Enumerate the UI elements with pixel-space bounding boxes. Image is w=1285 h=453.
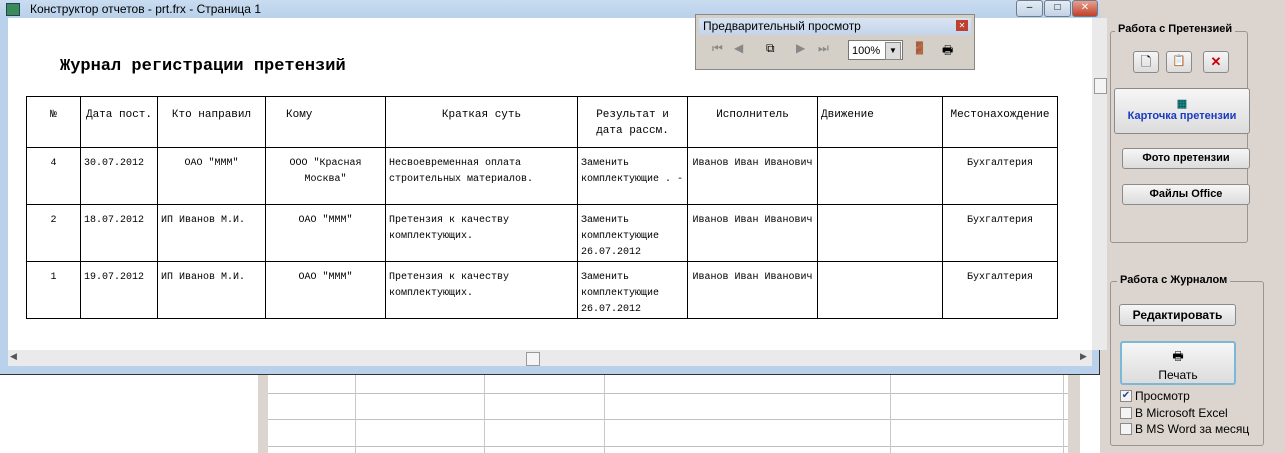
right-panel: Работа с Претензией 🗋 📋 ✕ ▦ Карточка прет…: [1100, 0, 1285, 453]
edit-button[interactable]: Редактировать: [1119, 304, 1236, 326]
horizontal-scrollbar[interactable]: ◀ ▶: [8, 350, 1092, 366]
cell: 4: [26, 147, 81, 205]
cell: ИП Иванов М.И.: [157, 261, 266, 319]
cell: Иванов Иван Иванович: [687, 204, 818, 262]
col-header: Дата пост.: [80, 96, 158, 148]
printer-icon: 🖶: [1172, 349, 1184, 363]
option-label: В Microsoft Excel: [1135, 406, 1228, 420]
checkbox[interactable]: [1120, 407, 1132, 419]
cell: Бухгалтерия: [942, 147, 1058, 205]
photo-claim-button[interactable]: Фото претензии: [1122, 148, 1250, 169]
journal-group-label: Работа с Журналом: [1117, 274, 1231, 286]
cell: ИП Иванов М.И.: [157, 204, 266, 262]
cell: [817, 261, 943, 319]
table-row: 2 18.07.2012 ИП Иванов М.И. ОАО "МММ" Претен…: [26, 204, 1058, 262]
cell: Заменить комплектующие 26.07.2012: [577, 261, 688, 319]
zoom-value: 100%: [852, 45, 881, 57]
scroll-thumb[interactable]: [526, 352, 540, 366]
preview-toolbar-title: Предварительный просмотр ✕: [699, 18, 971, 35]
option-label: В MS Word за месяц: [1135, 422, 1250, 436]
col-header: Исполнитель: [687, 96, 818, 148]
close-toolbar-icon[interactable]: ✕: [956, 20, 968, 31]
table-row: 1 19.07.2012 ИП Иванов М.И. ОАО "МММ" Претен…: [26, 261, 1058, 319]
scroll-thumb[interactable]: [1094, 78, 1107, 94]
checkbox[interactable]: [1120, 423, 1132, 435]
maximize-button[interactable]: □: [1044, 0, 1071, 17]
col-header: Кому: [265, 96, 386, 148]
option-label: Просмотр: [1135, 389, 1190, 403]
option-preview[interactable]: ✔ Просмотр: [1120, 389, 1190, 403]
report-title: Журнал регистрации претензий: [60, 57, 346, 76]
new-claim-button[interactable]: 🗋: [1133, 51, 1159, 73]
print-button[interactable]: 🖶 Печать: [1120, 341, 1236, 385]
background-grid: [258, 370, 1080, 453]
cell: Бухгалтерия: [942, 261, 1058, 319]
cell: Иванов Иван Иванович: [687, 147, 818, 205]
cell: ОАО "МММ": [265, 204, 386, 262]
next-page-icon[interactable]: ▶: [796, 41, 805, 55]
preview-toolbar: Предварительный просмотр ✕ ⏮ ◀ ⧉ ▶ ⏭ 100…: [695, 14, 975, 70]
print-icon[interactable]: 🖶: [942, 41, 953, 62]
window-title: Конструктор отчетов - prt.frx - Страница…: [30, 2, 261, 16]
delete-claim-button[interactable]: ✕: [1203, 51, 1229, 73]
col-header: №: [26, 96, 81, 148]
first-page-icon[interactable]: ⏮: [712, 41, 723, 56]
col-header: Результат и дата рассм.: [577, 96, 688, 148]
last-page-icon[interactable]: ⏭: [818, 41, 829, 56]
table-row: 4 30.07.2012 ОАО "МММ" ООО "Красная Москва"…: [26, 147, 1058, 205]
cell: Иванов Иван Иванович: [687, 261, 818, 319]
checkbox[interactable]: ✔: [1120, 390, 1132, 402]
cell: 30.07.2012: [80, 147, 158, 205]
chevron-down-icon[interactable]: ▼: [885, 42, 901, 60]
toolbar-title-text: Предварительный просмотр: [703, 19, 861, 33]
exit-icon[interactable]: 🚪: [912, 41, 927, 55]
office-files-button[interactable]: Файлы Office: [1122, 184, 1250, 205]
prev-page-icon[interactable]: ◀: [734, 41, 743, 55]
col-header: Краткая суть: [385, 96, 578, 148]
pages-icon[interactable]: ⧉: [766, 41, 775, 56]
cell: [817, 147, 943, 205]
claim-group-label: Работа с Претензией: [1115, 23, 1236, 35]
cell: Претензия к качеству комплектующих.: [385, 204, 578, 262]
cell: 1: [26, 261, 81, 319]
cell: 19.07.2012: [80, 261, 158, 319]
vertical-scrollbar[interactable]: [1092, 18, 1107, 350]
col-header: Местонахождение: [942, 96, 1058, 148]
cell: Несвоевременная оплата строительных мате…: [385, 147, 578, 205]
minimize-button[interactable]: ‒: [1016, 0, 1043, 17]
cell: Заменить комплектующие . -: [577, 147, 688, 205]
zoom-select[interactable]: 100% ▼: [848, 40, 903, 60]
option-excel[interactable]: В Microsoft Excel: [1120, 406, 1228, 420]
cell: 18.07.2012: [80, 204, 158, 262]
cell: ОАО "МММ": [157, 147, 266, 205]
close-button[interactable]: ✕: [1072, 0, 1098, 17]
card-icon: ▦: [1176, 98, 1188, 110]
header-row: № Дата пост. Кто направил Кому Краткая с…: [26, 96, 1058, 148]
report-table: № Дата пост. Кто направил Кому Краткая с…: [26, 96, 1058, 319]
col-header: Кто направил: [157, 96, 266, 148]
col-header: Движение: [817, 96, 943, 148]
scroll-left-icon[interactable]: ◀: [10, 351, 17, 362]
option-word[interactable]: В MS Word за месяц: [1120, 422, 1249, 436]
cell: 2: [26, 204, 81, 262]
cell: Претензия к качеству комплектующих.: [385, 261, 578, 319]
cell: [817, 204, 943, 262]
cell: Заменить комплектующие 26.07.2012: [577, 204, 688, 262]
copy-claim-button[interactable]: 📋: [1166, 51, 1192, 73]
scroll-right-icon[interactable]: ▶: [1080, 351, 1087, 362]
cell: Бухгалтерия: [942, 204, 1058, 262]
cell: ОАО "МММ": [265, 261, 386, 319]
app-icon: [6, 3, 20, 16]
cell: ООО "Красная Москва": [265, 147, 386, 205]
claim-card-button[interactable]: ▦ Карточка претензии: [1114, 88, 1250, 134]
